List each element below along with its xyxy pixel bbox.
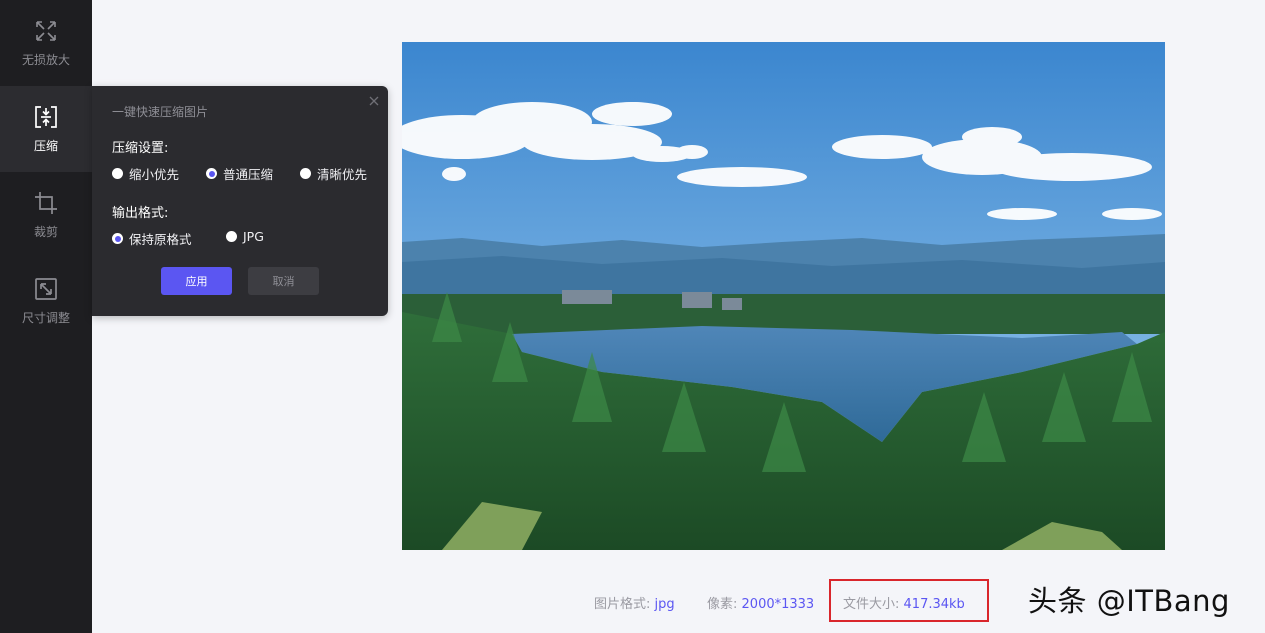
sidebar-item-crop[interactable]: 裁剪 — [0, 172, 92, 258]
image-preview — [402, 42, 1165, 550]
sidebar-item-resize[interactable]: 尺寸调整 — [0, 258, 92, 344]
compress-panel: 一键快速压缩图片 压缩设置: 缩小优先 普通压缩 清晰优先 输出格式: 保持原格… — [92, 86, 388, 316]
sidebar-item-label: 裁剪 — [33, 225, 58, 239]
close-icon[interactable] — [368, 92, 380, 106]
format-label: 图片格式: — [594, 597, 651, 612]
highlight-box — [829, 579, 989, 622]
pixels-info: 像素: 2000*1333 — [707, 593, 814, 612]
pixels-label: 像素: — [707, 597, 738, 612]
panel-title: 一键快速压缩图片 — [112, 105, 209, 119]
pixels-value: 2000*1333 — [741, 597, 815, 612]
format-info: 图片格式: jpg — [594, 593, 675, 612]
sidebar-item-label: 无损放大 — [21, 53, 70, 67]
radio-icon — [300, 168, 311, 179]
watermark: 头条 @ITBang — [1028, 584, 1230, 618]
radio-normal-compress[interactable]: 普通压缩 — [206, 164, 273, 183]
format-value: jpg — [654, 597, 675, 612]
cancel-button[interactable]: 取消 — [248, 267, 319, 295]
resize-icon — [33, 276, 59, 302]
radio-label: JPG — [243, 229, 264, 244]
compress-settings-label: 压缩设置: — [112, 141, 169, 156]
radio-label: 保持原格式 — [129, 232, 192, 247]
radio-selected-icon — [112, 233, 123, 244]
radio-selected-icon — [206, 168, 217, 179]
compress-icon — [33, 104, 59, 130]
radio-icon — [226, 231, 237, 242]
radio-shrink-first[interactable]: 缩小优先 — [112, 164, 179, 183]
sidebar-item-label: 压缩 — [33, 139, 58, 153]
radio-keep-format[interactable]: 保持原格式 — [112, 229, 192, 248]
sidebar-item-compress[interactable]: 压缩 — [0, 86, 92, 172]
radio-label: 缩小优先 — [129, 167, 180, 182]
radio-icon — [112, 168, 123, 179]
radio-jpg[interactable]: JPG — [226, 229, 264, 244]
sidebar: 无损放大 压缩 裁剪 尺寸调整 — [0, 0, 92, 633]
sidebar-item-upscale[interactable]: 无损放大 — [0, 0, 92, 86]
apply-button[interactable]: 应用 — [161, 267, 232, 295]
radio-label: 普通压缩 — [223, 167, 274, 182]
output-format-label: 输出格式: — [112, 206, 169, 221]
expand-arrows-icon — [33, 18, 59, 44]
crop-icon — [33, 190, 59, 216]
radio-clarity-first[interactable]: 清晰优先 — [300, 164, 367, 183]
sidebar-item-label: 尺寸调整 — [21, 311, 70, 325]
radio-label: 清晰优先 — [317, 167, 368, 182]
